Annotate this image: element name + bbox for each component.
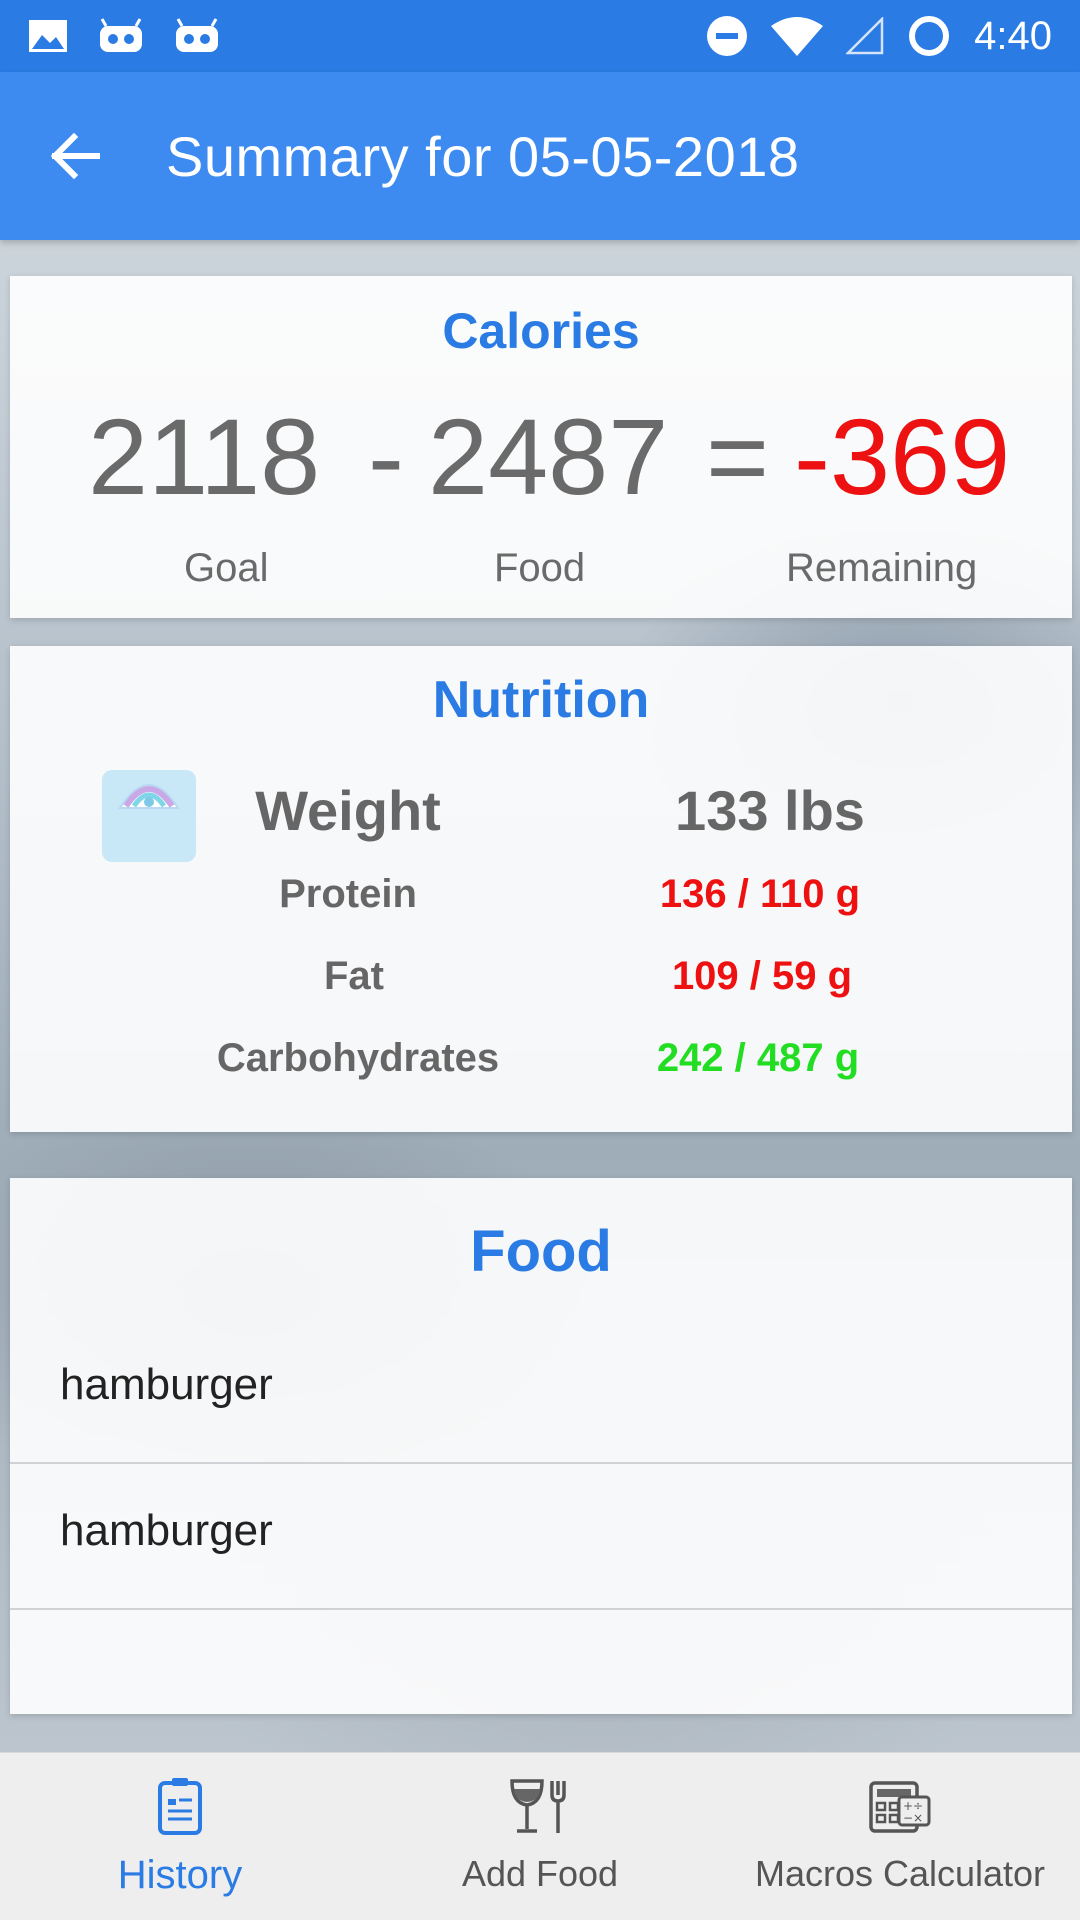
calories-card: Calories 2118 - 2487 = -369 Goal Food Re…: [10, 276, 1072, 618]
goal-label: Goal: [184, 546, 269, 590]
nav-add-food[interactable]: Add Food: [360, 1753, 720, 1920]
wifi-icon: [771, 17, 824, 56]
bottom-navigation: History Add Food +÷ −× Macros Calculator: [0, 1752, 1080, 1920]
weight-value: 133 lbs: [675, 779, 865, 842]
protein-value: 136 / 110 g: [659, 872, 861, 916]
weight-label: Weight: [255, 779, 441, 842]
nav-macros-calculator-label: Macros Calculator: [754, 1853, 1046, 1894]
status-bar: 4:40: [0, 0, 1080, 72]
protein-label: Protein: [279, 872, 417, 916]
minus-sign: -: [368, 396, 404, 517]
fat-label: Fat: [324, 954, 384, 998]
equals-sign: =: [706, 396, 770, 517]
remaining-value: -369: [794, 396, 1011, 517]
android-icon: [176, 18, 218, 52]
remaining-label: Remaining: [786, 546, 978, 590]
food-label: Food: [494, 546, 586, 590]
arrow-left-icon[interactable]: [50, 133, 100, 179]
image-icon: [29, 20, 67, 52]
food-value: 2487: [428, 396, 669, 517]
calculator-icon: +÷ −×: [869, 1781, 931, 1833]
svg-text:−×: −×: [903, 1811, 923, 1825]
calories-title: Calories: [442, 303, 640, 359]
loading-ring-icon: [909, 16, 950, 56]
carbohydrates-label: Carbohydrates: [216, 1036, 500, 1080]
food-item-label: hamburger: [60, 1506, 273, 1555]
page-title: Summary for 05-05-2018: [166, 124, 800, 188]
food-item-label: hamburger: [60, 1360, 273, 1409]
list-item[interactable]: hamburger: [10, 1318, 1072, 1464]
calories-equation: 2118 - 2487 = -369: [10, 394, 1072, 517]
add-food-icon: [510, 1779, 566, 1833]
history-icon: [158, 1778, 202, 1835]
scale-icon: [102, 770, 196, 862]
nav-history[interactable]: History: [0, 1753, 360, 1920]
list-item[interactable]: hamburger: [10, 1464, 1072, 1610]
app-bar: Summary for 05-05-2018: [0, 72, 1080, 240]
nutrition-title: Nutrition: [432, 671, 650, 729]
clock: 4:40: [974, 13, 1052, 58]
goal-value: 2118: [88, 396, 321, 517]
signal-icon: [846, 17, 884, 55]
food-title: Food: [470, 1219, 612, 1284]
android-icon: [100, 18, 142, 52]
do-not-disturb-icon: [707, 16, 748, 56]
nav-history-label: History: [117, 1853, 243, 1897]
back-button[interactable]: [50, 106, 160, 206]
food-card: Food hamburger hamburger: [10, 1178, 1072, 1714]
nav-macros-calculator[interactable]: +÷ −× Macros Calculator: [720, 1753, 1080, 1920]
carbohydrates-value: 242 / 487 g: [656, 1036, 860, 1080]
fat-value: 109 / 59 g: [671, 954, 853, 998]
nav-add-food-label: Add Food: [461, 1853, 619, 1894]
nutrition-card: Nutrition Weight 133 lbs Protein 136 / 1…: [10, 646, 1072, 1132]
